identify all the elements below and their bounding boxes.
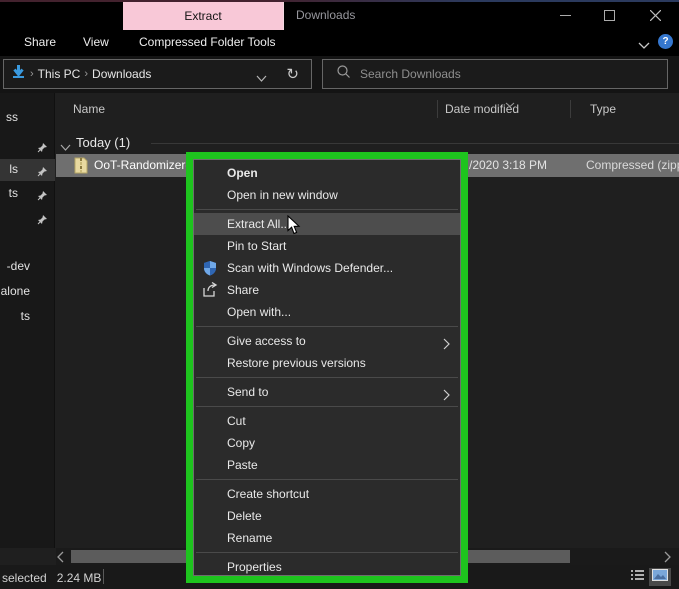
explorer-window: Extract Downloads Share View Compressed … — [0, 0, 679, 589]
selection-status: selected 2.24 MB — [2, 571, 102, 585]
menu-item-open-with[interactable]: Open with... — [194, 301, 460, 323]
mouse-cursor-icon — [287, 214, 301, 240]
column-divider[interactable] — [570, 100, 571, 118]
menu-item-pin-to-start[interactable]: Pin to Start — [194, 235, 460, 257]
details-view-button[interactable] — [628, 568, 646, 586]
sidebar-item-downloads[interactable]: ls — [0, 159, 55, 181]
thumbnail-view-button[interactable] — [649, 568, 671, 586]
menu-separator — [196, 552, 458, 553]
breadcrumb-this-pc[interactable]: This PC — [38, 67, 81, 81]
menu-separator — [196, 377, 458, 378]
menu-item-rename[interactable]: Rename — [194, 527, 460, 549]
pin-icon — [37, 188, 48, 206]
menu-separator — [196, 406, 458, 407]
ribbon-tab-row: Share View Compressed Folder Tools — [0, 30, 679, 56]
menu-item-properties[interactable]: Properties — [194, 556, 460, 575]
submenu-arrow-icon — [443, 386, 450, 408]
title-bar: Extract Downloads — [0, 0, 679, 55]
contextual-tab-extract[interactable]: Extract — [123, 2, 283, 30]
column-header-name[interactable]: Name — [73, 102, 105, 116]
column-header-type[interactable]: Type — [590, 102, 616, 116]
close-button[interactable] — [633, 0, 677, 30]
menu-item-create-shortcut[interactable]: Create shortcut — [194, 483, 460, 505]
maximize-button[interactable] — [587, 0, 631, 30]
address-row: › This PC › Downloads ↻ — [0, 56, 679, 93]
group-header-rule — [151, 143, 679, 144]
menu-separator — [196, 326, 458, 327]
status-divider — [103, 569, 104, 584]
tab-compressed-folder-tools[interactable]: Compressed Folder Tools — [139, 35, 276, 49]
menu-item-paste[interactable]: Paste — [194, 454, 460, 476]
downloads-folder-icon — [11, 64, 26, 85]
pin-icon — [37, 212, 48, 230]
thumbnail-view-icon — [652, 568, 668, 586]
file-name: OoT-Randomizer- — [94, 158, 190, 172]
sort-indicator-icon — [505, 95, 515, 113]
search-input[interactable] — [360, 67, 640, 81]
help-icon[interactable]: ? — [658, 34, 673, 49]
tab-share[interactable]: Share — [24, 35, 56, 49]
maximize-icon — [603, 9, 615, 21]
refresh-icon[interactable]: ↻ — [286, 65, 299, 83]
sidebar-item-pinned[interactable] — [0, 207, 55, 229]
sidebar-item-documents[interactable]: ts — [0, 183, 55, 205]
group-header[interactable]: Today (1) — [56, 132, 679, 154]
column-divider[interactable] — [437, 100, 438, 118]
breadcrumb-separator: › — [84, 68, 89, 80]
menu-item-share[interactable]: Share — [194, 279, 460, 301]
sidebar-item-pinned[interactable] — [0, 135, 55, 157]
ribbon-collapse-button[interactable] — [638, 37, 650, 55]
menu-item-open-in-new-window[interactable]: Open in new window — [194, 184, 460, 206]
menu-separator — [196, 209, 458, 210]
address-dropdown-icon[interactable] — [256, 70, 267, 88]
menu-item-give-access-to[interactable]: Give access to — [194, 330, 460, 352]
group-header-label: Today (1) — [76, 135, 131, 150]
tab-view[interactable]: View — [83, 35, 109, 49]
window-title: Downloads — [296, 8, 356, 22]
menu-item-copy[interactable]: Copy — [194, 432, 460, 454]
breadcrumb-downloads[interactable]: Downloads — [92, 67, 151, 81]
pin-icon — [37, 164, 48, 182]
sidebar-item-ts[interactable]: ts — [0, 306, 55, 328]
minimize-button[interactable] — [543, 0, 587, 30]
close-icon — [649, 9, 661, 21]
menu-item-scan-with-windows-defender[interactable]: Scan with Windows Defender... — [194, 257, 460, 279]
menu-item-cut[interactable]: Cut — [194, 410, 460, 432]
navigation-pane: ss ls ts -dev ndalone — [0, 93, 55, 548]
search-box[interactable] — [322, 59, 668, 89]
menu-item-extract-all[interactable]: Extract All... — [194, 213, 460, 235]
chevron-down-icon — [638, 37, 650, 54]
file-type: Compressed (zipp — [586, 158, 679, 172]
address-bar[interactable]: › This PC › Downloads ↻ — [3, 59, 312, 89]
menu-item-restore-previous-versions[interactable]: Restore previous versions — [194, 352, 460, 374]
search-icon — [337, 65, 350, 83]
menu-item-delete[interactable]: Delete — [194, 505, 460, 527]
breadcrumb-separator: › — [30, 68, 34, 80]
file-date-modified: /2020 3:18 PM — [469, 158, 548, 172]
menu-item-open[interactable]: Open — [194, 162, 460, 184]
context-menu: Open Open in new window Extract All... P… — [193, 159, 461, 576]
annotation-highlight-box: Open Open in new window Extract All... P… — [186, 152, 468, 583]
zip-file-icon — [74, 157, 88, 179]
sidebar-item-quick-access[interactable]: ss — [0, 107, 55, 129]
menu-separator — [196, 479, 458, 480]
sidebar-item-standalone[interactable]: ndalone — [0, 281, 55, 303]
details-view-icon — [630, 568, 644, 586]
menu-item-send-to[interactable]: Send to — [194, 381, 460, 403]
minimize-icon — [559, 10, 571, 21]
sidebar-item-dev[interactable]: -dev — [0, 256, 55, 278]
pin-icon — [37, 140, 48, 158]
